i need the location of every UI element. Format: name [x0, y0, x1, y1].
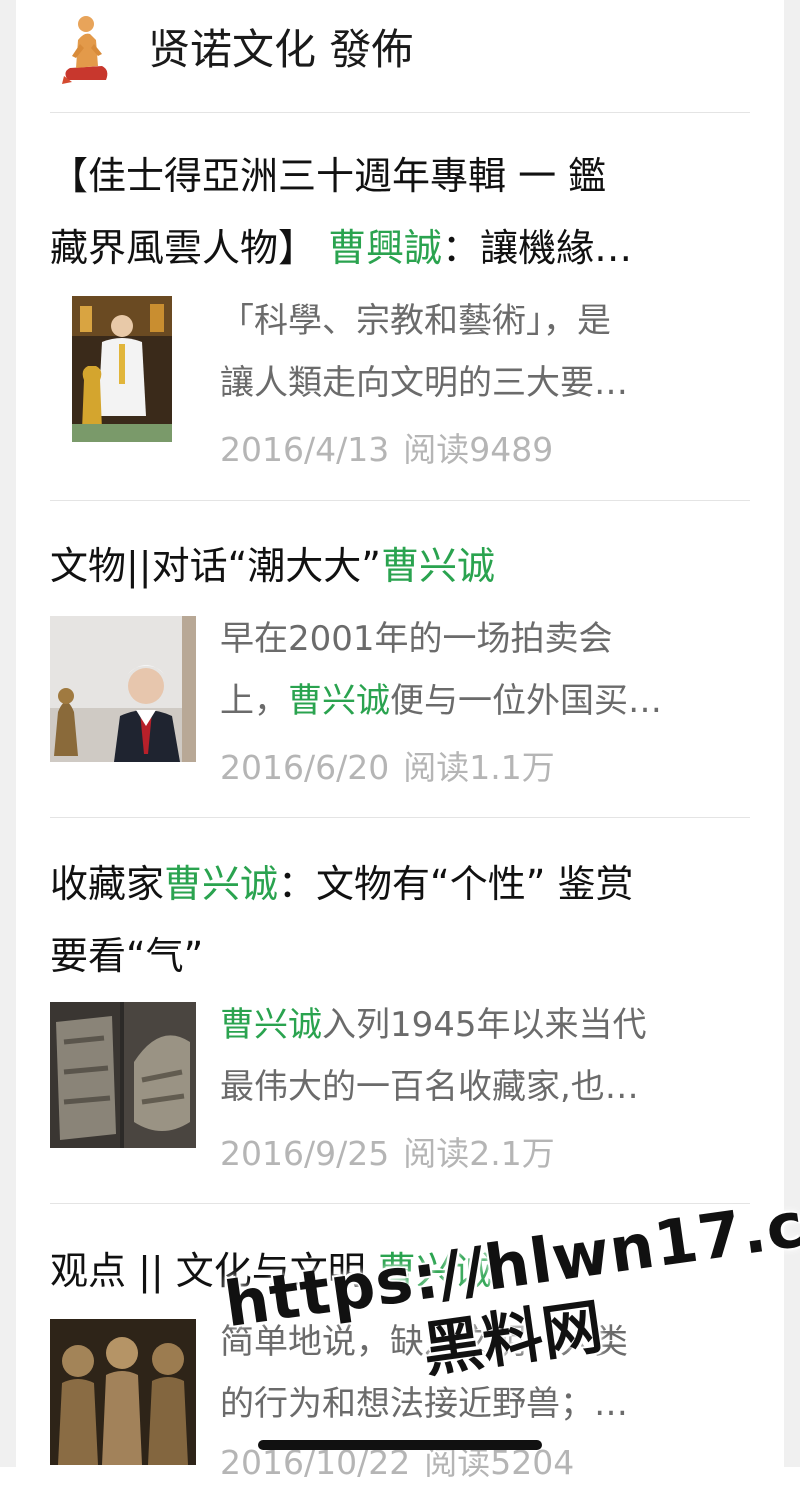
article-item[interactable]: 收藏家曹兴诚：文物有“个性” 鉴赏 要看“气” 曹兴诚入列1945年以来当代 最… — [50, 848, 750, 1204]
read-count: 阅读1.1万 — [403, 748, 555, 787]
article-meta: 2016/4/13 阅读9489 — [220, 430, 553, 470]
account-header[interactable]: 贤诺文化 發佈 — [50, 0, 750, 113]
article-item[interactable]: 文物||对话“潮大大”曹兴诚 早在2001年的一场拍卖会 上，曹兴诚便与一位外国… — [50, 530, 750, 818]
excerpt-text: 讓人類走向文明的三大要… — [220, 363, 628, 403]
article-thumbnail[interactable] — [50, 1319, 196, 1465]
article-title: 【佳士得亞洲三十週年專輯 一 鑑 藏界風雲人物】 曹興誠：讓機緣… — [50, 140, 750, 284]
terracotta-warriors-photo-icon — [50, 1319, 196, 1465]
excerpt-highlight: 曹兴诚 — [288, 681, 390, 721]
article-thumbnail[interactable] — [50, 296, 196, 442]
title-line: 要看“气” — [50, 920, 750, 992]
title-highlight: 曹兴诚 — [164, 862, 279, 906]
publish-date: 2016/4/13 — [220, 430, 390, 469]
title-line: 收藏家曹兴诚：文物有“个性” 鉴赏 — [50, 848, 750, 920]
title-highlight: 曹兴诚 — [380, 544, 495, 588]
excerpt-text: 入列1945年以来当代 — [322, 1005, 647, 1045]
read-count: 阅读2.1万 — [403, 1134, 555, 1173]
excerpt-line: 最伟大的一百名收藏家,也… — [220, 1056, 750, 1118]
left-edge — [0, 0, 16, 1467]
article-excerpt: 「科學、宗教和藝術」，是 讓人類走向文明的三大要… — [220, 290, 750, 414]
article-thumbnail[interactable] — [50, 1002, 196, 1148]
excerpt-text: 上， — [220, 681, 288, 721]
title-line: 【佳士得亞洲三十週年專輯 一 鑑 — [50, 140, 750, 212]
title-text: 【佳士得亞洲三十週年專輯 一 鑑 — [50, 154, 607, 198]
article-title: 文物||对话“潮大大”曹兴诚 — [50, 530, 750, 602]
excerpt-text: 早在2001年的一场拍卖会 — [220, 619, 613, 659]
article-item[interactable]: 【佳士得亞洲三十週年專輯 一 鑑 藏界風雲人物】 曹興誠：讓機緣… 「科學、宗教… — [50, 140, 750, 501]
article-meta: 2016/9/25 阅读2.1万 — [220, 1134, 555, 1174]
excerpt-text: 「科學、宗教和藝術」，是 — [220, 301, 611, 341]
excerpt-line: 早在2001年的一场拍卖会 — [220, 608, 750, 670]
account-name: 贤诺文化 發佈 — [148, 25, 414, 74]
collector-with-vase-photo-icon — [72, 296, 172, 442]
collector-portrait-photo-icon — [50, 616, 196, 762]
title-text: 藏界風雲人物】 — [50, 226, 329, 270]
title-line: 藏界風雲人物】 曹興誠：讓機緣… — [50, 212, 750, 284]
article-excerpt: 曹兴诚入列1945年以来当代 最伟大的一百名收藏家,也… — [220, 994, 750, 1118]
excerpt-line: 上，曹兴诚便与一位外国买… — [220, 670, 750, 732]
account-logo-icon — [62, 16, 108, 84]
excerpt-line: 曹兴诚入列1945年以来当代 — [220, 994, 750, 1056]
bronze-artifacts-photo-icon — [50, 1002, 196, 1148]
excerpt-line: 「科學、宗教和藝術」，是 — [220, 290, 750, 352]
publish-date: 2016/9/25 — [220, 1134, 390, 1173]
title-line: 文物||对话“潮大大”曹兴诚 — [50, 530, 750, 602]
article-title: 收藏家曹兴诚：文物有“个性” 鉴赏 要看“气” — [50, 848, 750, 992]
publish-date: 2016/6/20 — [220, 748, 390, 787]
title-text: 文物||对话“潮大大” — [50, 544, 381, 588]
excerpt-text: 便与一位外国买… — [390, 681, 662, 721]
article-thumbnail[interactable] — [50, 616, 196, 762]
home-indicator[interactable] — [258, 1440, 542, 1450]
title-text: ：文物有“个性” 鉴赏 — [278, 862, 634, 906]
article-meta: 2016/6/20 阅读1.1万 — [220, 748, 555, 788]
read-count: 阅读9489 — [403, 430, 554, 469]
article-excerpt: 早在2001年的一场拍卖会 上，曹兴诚便与一位外国买… — [220, 608, 750, 732]
title-text: 要看“气” — [50, 934, 204, 978]
excerpt-highlight: 曹兴诚 — [220, 1005, 322, 1045]
title-text: ：讓機緣… — [442, 226, 633, 270]
title-highlight: 曹興誠 — [328, 226, 443, 270]
title-text: 收藏家 — [50, 862, 165, 906]
excerpt-line: 讓人類走向文明的三大要… — [220, 352, 750, 414]
excerpt-text: 最伟大的一百名收藏家,也… — [220, 1067, 639, 1107]
